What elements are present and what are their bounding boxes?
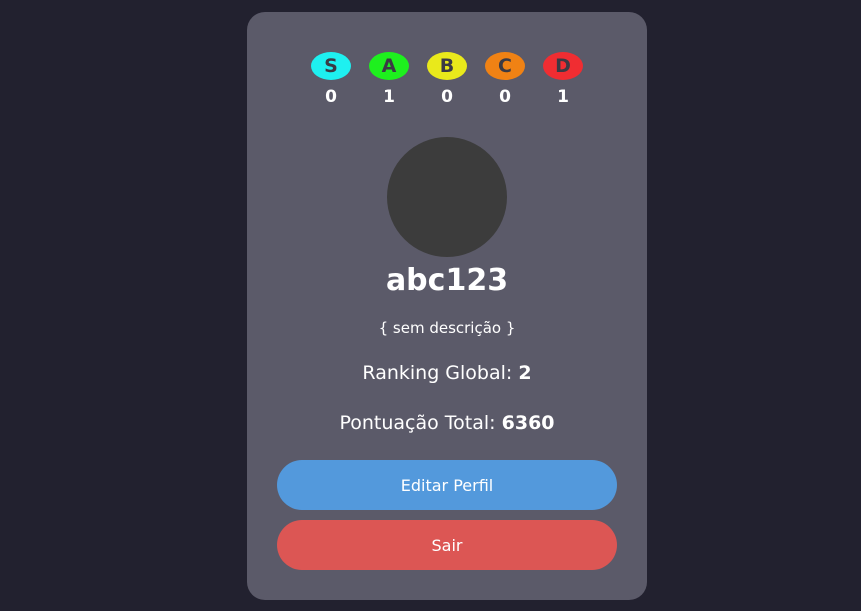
grade-c-badge: C	[485, 52, 525, 80]
username: abc123	[385, 263, 509, 298]
grade-c: C 0	[485, 52, 525, 107]
grade-a-count: 1	[383, 87, 395, 107]
grade-d-count: 1	[557, 87, 569, 107]
ranking-value: 2	[518, 362, 532, 384]
logout-button[interactable]: Sair	[277, 520, 617, 570]
grade-a: A 1	[369, 52, 409, 107]
grade-d: D 1	[543, 52, 583, 107]
total-score: Pontuação Total: 6360	[247, 412, 647, 434]
grade-b: B 0	[427, 52, 467, 107]
grade-s: S 0	[311, 52, 351, 107]
grade-s-badge: S	[311, 52, 351, 80]
grade-summary: S 0 A 1 B 0 C 0 D 1	[311, 52, 583, 112]
grade-s-count: 0	[325, 87, 337, 107]
avatar	[387, 137, 507, 257]
score-label: Pontuação Total:	[339, 412, 496, 434]
grade-c-count: 0	[499, 87, 511, 107]
grade-b-count: 0	[441, 87, 453, 107]
edit-profile-button[interactable]: Editar Perfil	[277, 460, 617, 510]
grade-b-badge: B	[427, 52, 467, 80]
profile-card: S 0 A 1 B 0 C 0 D 1 abc123 { sem descriç…	[247, 12, 647, 600]
score-value: 6360	[501, 412, 555, 434]
grade-d-badge: D	[543, 52, 583, 80]
ranking-global: Ranking Global: 2	[247, 362, 647, 384]
profile-description: { sem descrição }	[378, 319, 516, 337]
ranking-label: Ranking Global:	[362, 362, 513, 384]
grade-a-badge: A	[369, 52, 409, 80]
